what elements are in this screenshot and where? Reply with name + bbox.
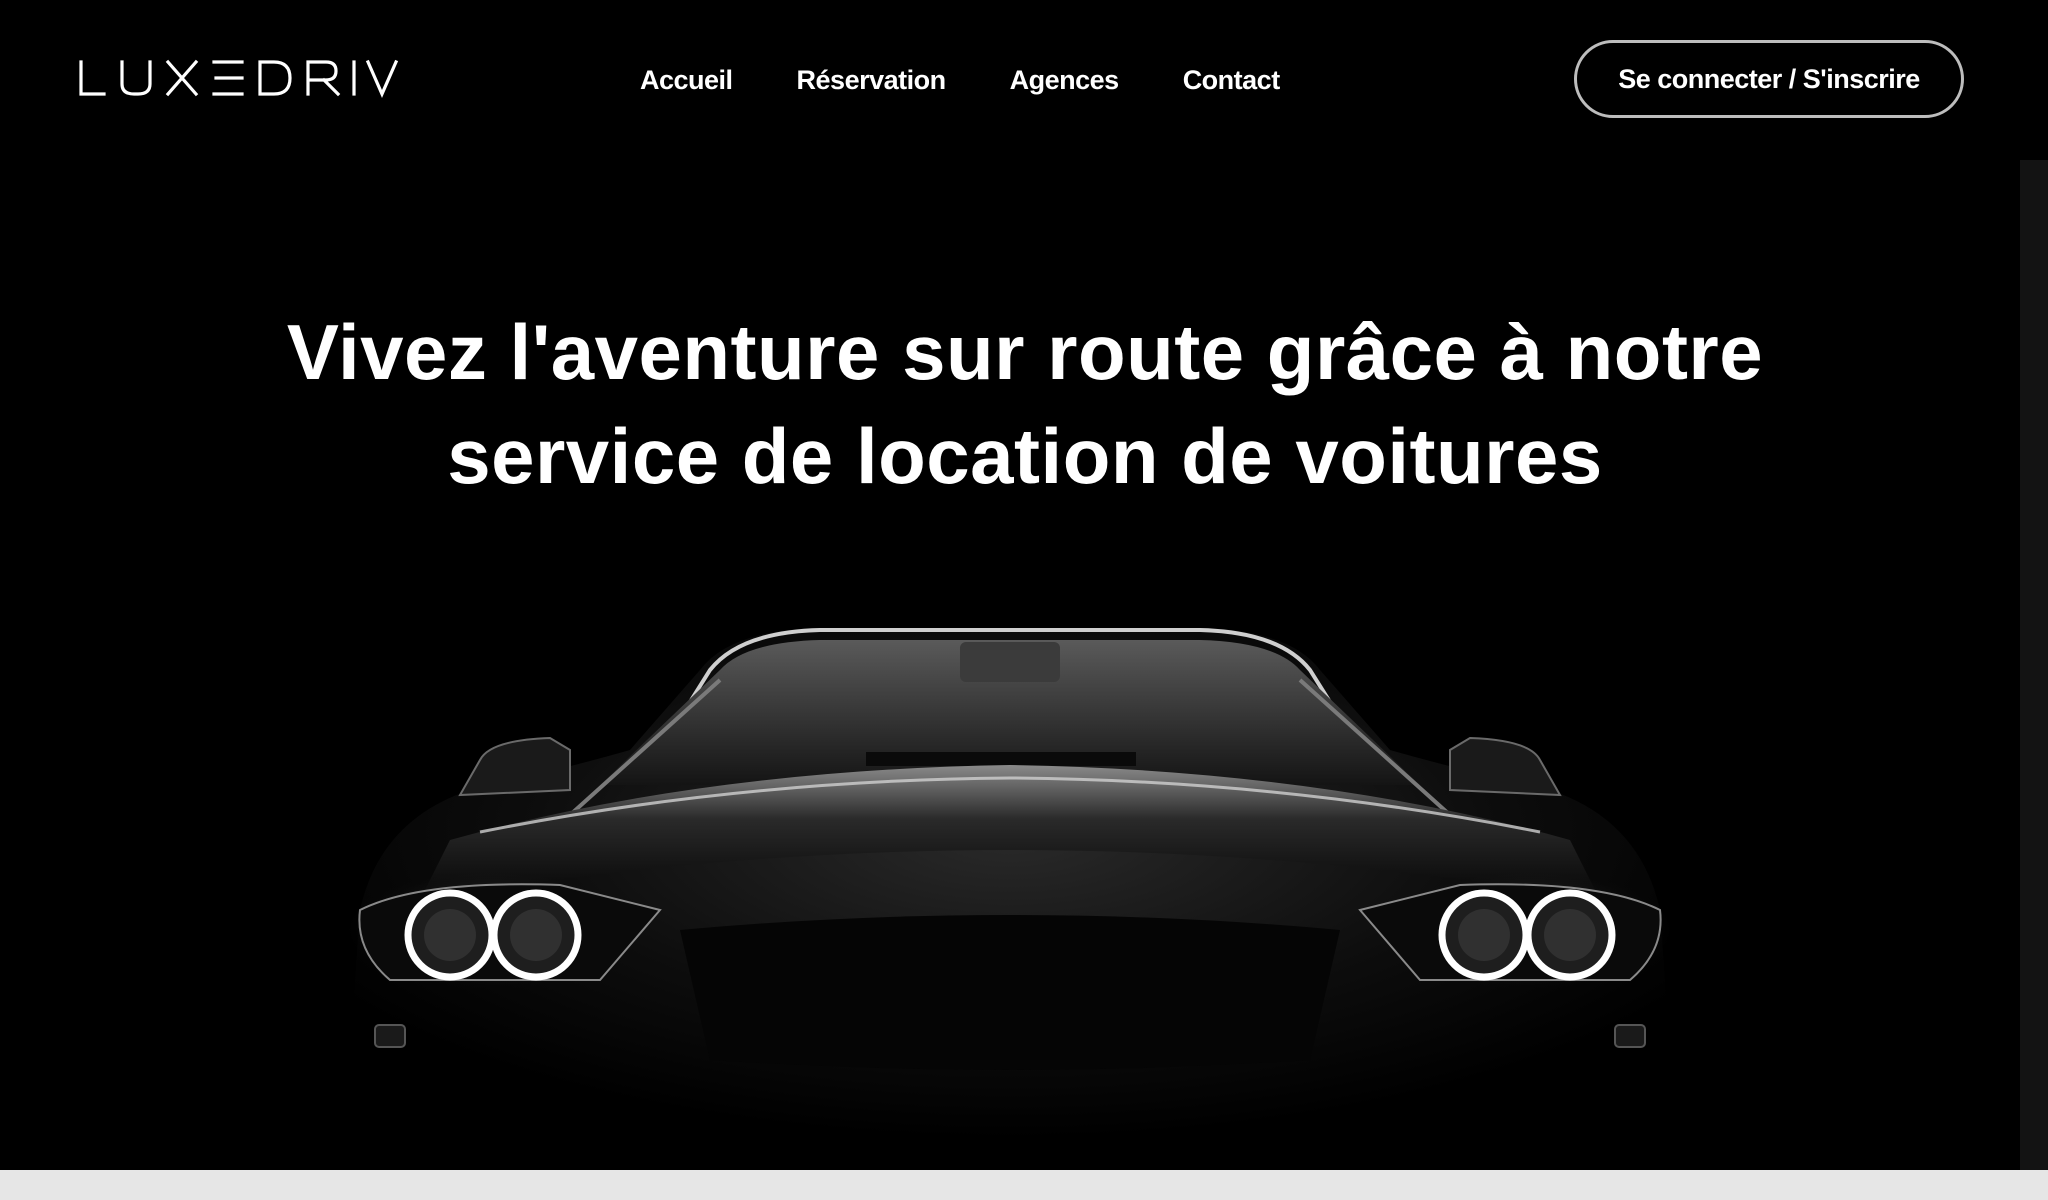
hero-title-line-1: Vivez l'aventure sur route grâce à notre xyxy=(286,308,1764,396)
brand-logo[interactable]: LUXEDRIVE xyxy=(78,58,404,98)
hero-title: Vivez l'aventure sur route grâce à notre… xyxy=(220,300,1830,508)
site-header: LUXEDRIVE xyxy=(0,0,2048,160)
main-nav: Accueil Réservation Agences Contact xyxy=(640,60,1280,100)
car-front-icon xyxy=(340,628,1680,1140)
nav-link-accueil[interactable]: Accueil xyxy=(640,60,733,100)
hero-car-image xyxy=(300,600,1720,1170)
landing-page: LUXEDRIVE xyxy=(0,0,2048,1200)
scrollbar-track[interactable] xyxy=(2020,160,2048,1170)
logo-wordmark-icon xyxy=(79,59,399,98)
nav-link-agences[interactable]: Agences xyxy=(1010,60,1120,100)
nav-link-reservation[interactable]: Réservation xyxy=(797,60,947,100)
nav-link-contact[interactable]: Contact xyxy=(1183,60,1281,100)
login-register-button[interactable]: Se connecter / S'inscrire xyxy=(1574,40,1964,118)
hero-title-line-2: service de location de voitures xyxy=(447,412,1603,500)
next-section-edge xyxy=(0,1170,2048,1200)
